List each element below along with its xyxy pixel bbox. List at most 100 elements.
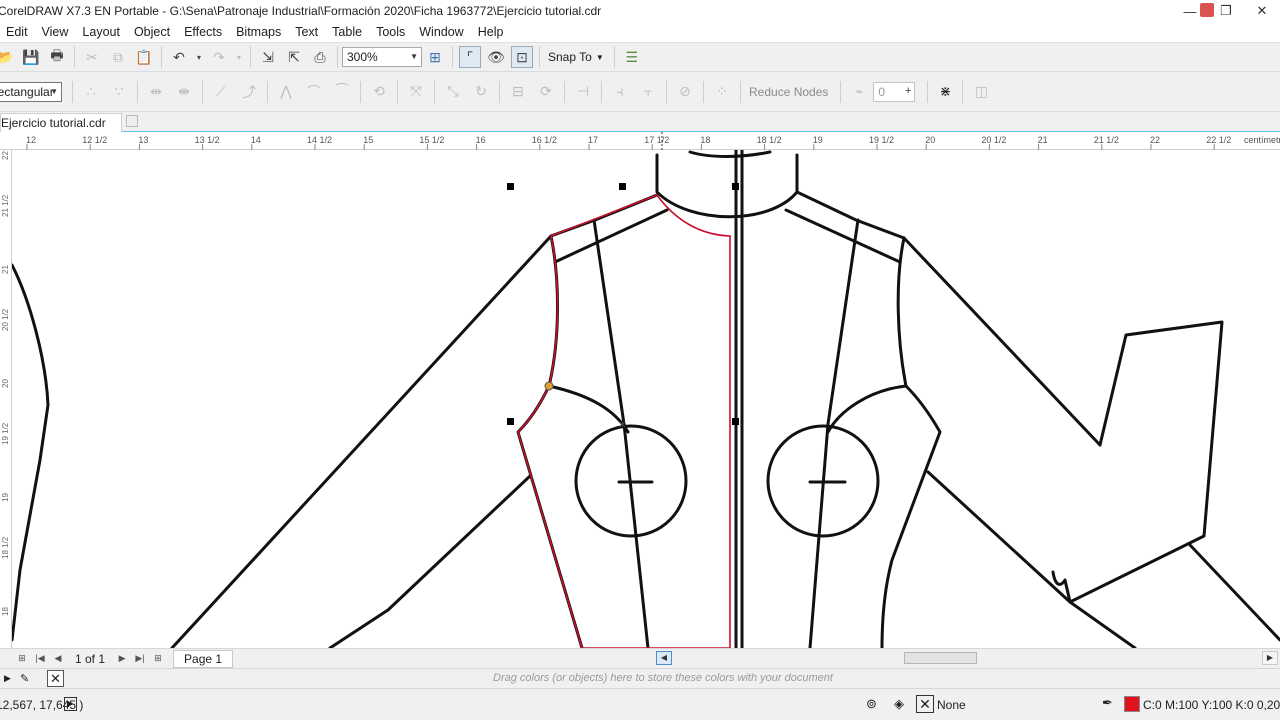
- outline-status: C:0 M:100 Y:100 K:0 0,200 mm: [1143, 698, 1280, 712]
- options-icon[interactable]: ☰: [621, 46, 643, 68]
- horizontal-ruler[interactable]: 12 12 1/2 13 13 1/2 14 14 1/2 15 15 1/2 16 16 1/2…: [0, 132, 1280, 150]
- import-icon[interactable]: ⇲: [257, 46, 279, 68]
- selection-handle-top-right[interactable]: [732, 183, 739, 190]
- menu-bitmaps[interactable]: Bitmaps: [229, 25, 288, 39]
- cuff-piece[interactable]: [1051, 320, 1224, 604]
- undo-icon[interactable]: ↶: [168, 46, 190, 68]
- select-nodes-icon[interactable]: ⋇: [934, 81, 956, 103]
- add-page-before-icon[interactable]: ⊞: [14, 651, 30, 667]
- reverse-direction-icon[interactable]: ⟲: [368, 81, 390, 103]
- rulers-icon[interactable]: ⌜: [459, 46, 481, 68]
- rotate-skew-icon[interactable]: ⟳: [535, 81, 557, 103]
- save-icon[interactable]: 💾: [20, 46, 42, 68]
- menu-table[interactable]: Table: [325, 25, 369, 39]
- snap-to-dropdown-icon[interactable]: ▼: [596, 53, 604, 62]
- menu-text[interactable]: Text: [288, 25, 325, 39]
- minimize-button[interactable]: —: [1172, 4, 1208, 19]
- copy-icon[interactable]: ⧉: [107, 46, 129, 68]
- document-palette[interactable]: ▶ ✎ ✕ Drag colors (or objects) here to s…: [0, 668, 1280, 688]
- collar-piece[interactable]: [655, 153, 799, 219]
- align-nodes-icon[interactable]: ⊟: [507, 81, 529, 103]
- restore-button[interactable]: ❐: [1208, 3, 1244, 19]
- stretch-nodes-icon[interactable]: ⤡: [442, 81, 464, 103]
- join-nodes-icon[interactable]: ⇹: [145, 81, 167, 103]
- wireframe-icon[interactable]: 👁: [485, 46, 507, 68]
- zoom-level-select[interactable]: 300% ▼: [342, 47, 422, 67]
- menu-effects[interactable]: Effects: [177, 25, 229, 39]
- export-icon[interactable]: ⇱: [283, 46, 305, 68]
- fill-color-icon[interactable]: ⊚: [866, 696, 877, 712]
- menu-layout[interactable]: Layout: [75, 25, 127, 39]
- vertical-ruler[interactable]: 22 21 1/2 21 20 1/2 20 19 1/2 19 18 1/2 18: [0, 150, 12, 648]
- scrollbar-thumb[interactable]: [904, 652, 977, 664]
- add-node-icon[interactable]: ∴: [80, 81, 102, 103]
- previous-page-icon[interactable]: ◀: [50, 651, 66, 667]
- status-expand-icon[interactable]: ▶: [64, 697, 77, 711]
- undo-dropdown-icon[interactable]: ▾: [194, 46, 204, 68]
- quick-customize-icon[interactable]: ◫: [970, 81, 992, 103]
- elastic-mode-icon[interactable]: ⊘: [674, 81, 696, 103]
- zoom-level-value: 300%: [347, 50, 378, 64]
- mirror-horizontal-icon[interactable]: ⫞: [609, 81, 631, 103]
- next-page-icon[interactable]: ▶: [114, 651, 130, 667]
- cut-icon[interactable]: ✂: [81, 46, 103, 68]
- close-button[interactable]: ✕: [1244, 3, 1280, 19]
- rotate-nodes-icon[interactable]: ↻: [470, 81, 492, 103]
- redo-icon[interactable]: ↷: [208, 46, 230, 68]
- scroll-right-icon[interactable]: ▶: [1262, 651, 1278, 665]
- plus-icon[interactable]: +: [905, 85, 911, 97]
- reduce-nodes-button[interactable]: Reduce Nodes: [749, 85, 828, 99]
- pattern-drawing[interactable]: ✕: [12, 150, 1280, 648]
- paste-icon[interactable]: 📋: [133, 46, 155, 68]
- curve-smoothness-input[interactable]: 0 +: [873, 81, 916, 102]
- smooth-node-icon[interactable]: ⌒: [303, 81, 325, 103]
- selection-handle-middle-right[interactable]: [732, 418, 739, 425]
- snap-to-button[interactable]: Snap To: [548, 50, 592, 64]
- drawing-canvas[interactable]: ✕: [12, 150, 1280, 648]
- palette-menu-icon[interactable]: ▶: [4, 673, 11, 684]
- break-curve-icon[interactable]: ⇼: [173, 81, 195, 103]
- menu-edit[interactable]: Edit: [0, 25, 35, 39]
- selection-handle-middle-left[interactable]: [507, 418, 514, 425]
- menu-help[interactable]: Help: [471, 25, 511, 39]
- menu-tools[interactable]: Tools: [369, 25, 412, 39]
- first-page-icon[interactable]: |◀: [32, 651, 48, 667]
- page-tab[interactable]: Page 1: [173, 649, 234, 668]
- horizontal-reflect-icon[interactable]: ⊣: [572, 81, 594, 103]
- cusp-node-icon[interactable]: ⋀: [275, 81, 297, 103]
- menu-view[interactable]: View: [35, 25, 76, 39]
- left-pattern-piece[interactable]: [12, 263, 50, 642]
- to-curve-icon[interactable]: ⤴: [238, 81, 260, 103]
- extend-curve-icon[interactable]: ⤧: [405, 81, 427, 103]
- delete-node-icon[interactable]: ∵: [108, 81, 130, 103]
- selection-handle-top-left[interactable]: [507, 183, 514, 190]
- selection-mode-select[interactable]: Rectangular ▼: [0, 81, 62, 102]
- outline-pen-icon[interactable]: ✒: [1102, 695, 1113, 711]
- publish-pdf-icon[interactable]: ⎙: [309, 46, 331, 68]
- selection-handle-top-center[interactable]: [619, 183, 626, 190]
- outline-color-swatch[interactable]: [1124, 696, 1140, 712]
- symmetrical-node-icon[interactable]: ⁀: [331, 81, 353, 103]
- mirror-vertical-icon[interactable]: ⫟: [637, 81, 659, 103]
- menu-object[interactable]: Object: [127, 25, 177, 39]
- select-all-nodes-icon[interactable]: ⁘: [711, 81, 733, 103]
- menu-window[interactable]: Window: [412, 25, 470, 39]
- redo-dropdown-icon[interactable]: ▾: [234, 46, 244, 68]
- open-icon[interactable]: 📂: [0, 46, 16, 68]
- last-page-icon[interactable]: ▶|: [132, 651, 148, 667]
- curve-smoothness-icon: ⌁: [855, 83, 864, 99]
- no-color-swatch-icon[interactable]: ✕: [47, 670, 64, 687]
- selected-node-marker[interactable]: [544, 381, 554, 391]
- print-icon[interactable]: 🖶: [46, 46, 68, 68]
- title-bar: CorelDRAW X7.3 EN Portable - G:\Sena\Pat…: [0, 0, 1280, 22]
- add-page-after-icon[interactable]: ⊞: [150, 651, 166, 667]
- to-line-icon[interactable]: ⟋: [210, 81, 232, 103]
- new-tab-icon[interactable]: [126, 115, 138, 127]
- horizontal-scrollbar[interactable]: ◀ ▶: [656, 651, 1278, 665]
- fill-bucket-icon[interactable]: ◈: [894, 696, 904, 712]
- scroll-left-icon[interactable]: ◀: [656, 651, 672, 665]
- snap-icon[interactable]: ⊡: [511, 46, 533, 68]
- full-screen-icon[interactable]: ⊞: [424, 46, 446, 68]
- eyedropper-icon[interactable]: ✎: [20, 672, 29, 685]
- document-tab[interactable]: Ejercicio tutorial.cdr: [0, 113, 122, 132]
